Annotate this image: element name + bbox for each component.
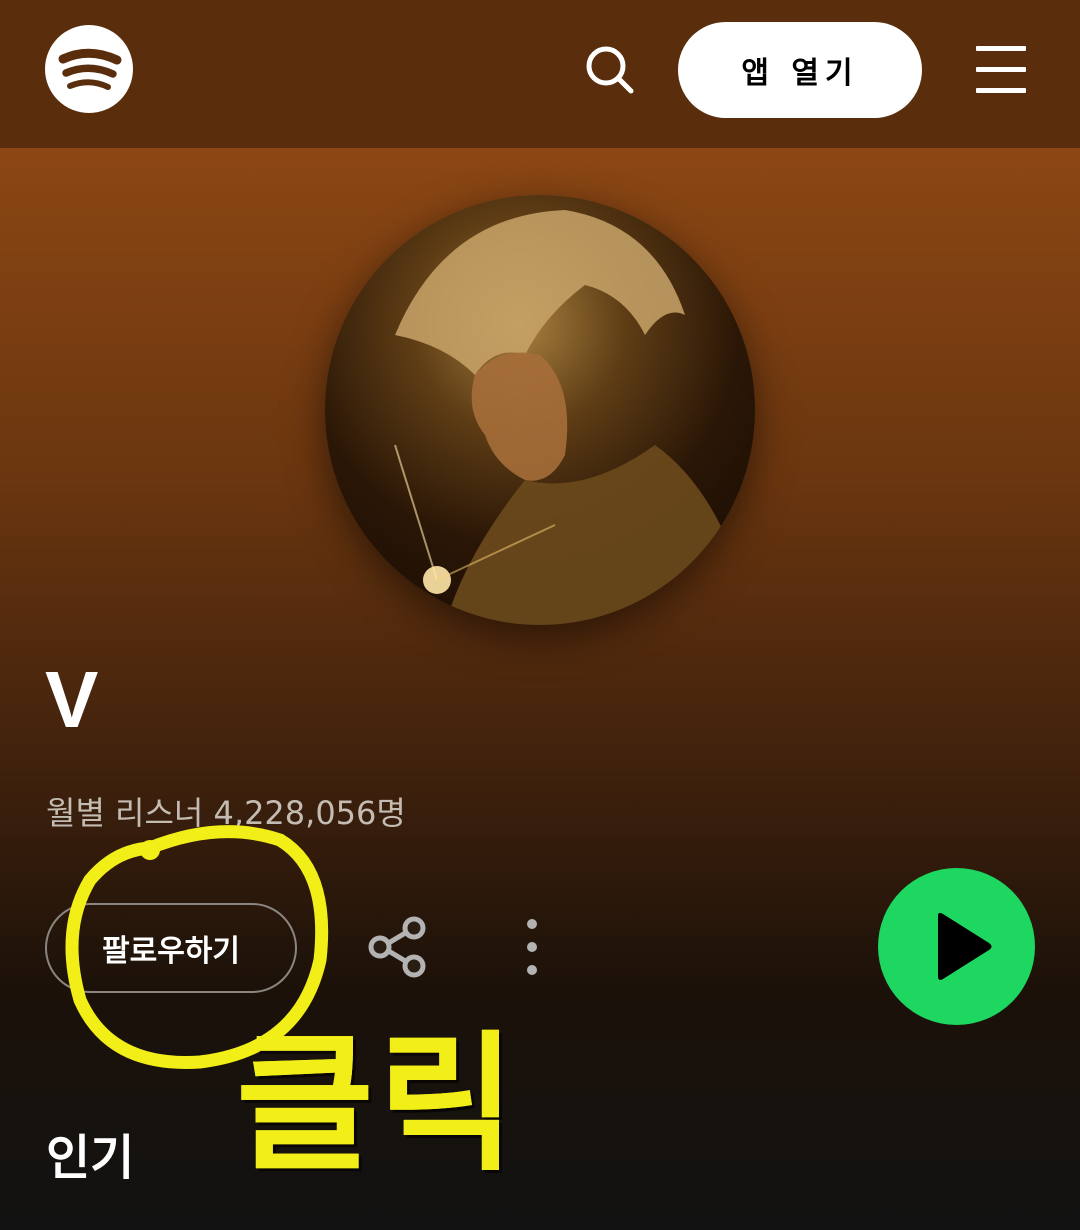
monthly-listeners: 월별 리스너 4,228,056명 [46, 794, 406, 832]
search-icon[interactable] [584, 44, 636, 96]
follow-button[interactable]: 팔로우하기 [45, 903, 297, 993]
open-app-button[interactable]: 앱 열기 [678, 22, 922, 118]
top-bar: 앱 열기 [0, 0, 1080, 148]
play-button[interactable] [878, 868, 1035, 1025]
click-annotation-text: 클릭 [236, 1018, 521, 1192]
share-icon[interactable] [366, 915, 430, 979]
popular-section-title: 인기 [46, 1130, 135, 1186]
artist-name: V [45, 655, 99, 744]
artist-portrait [325, 195, 755, 625]
hamburger-menu-icon[interactable] [972, 44, 1030, 96]
spotify-logo-icon[interactable] [45, 25, 133, 113]
play-icon [938, 912, 992, 980]
more-vertical-icon[interactable] [516, 916, 548, 978]
